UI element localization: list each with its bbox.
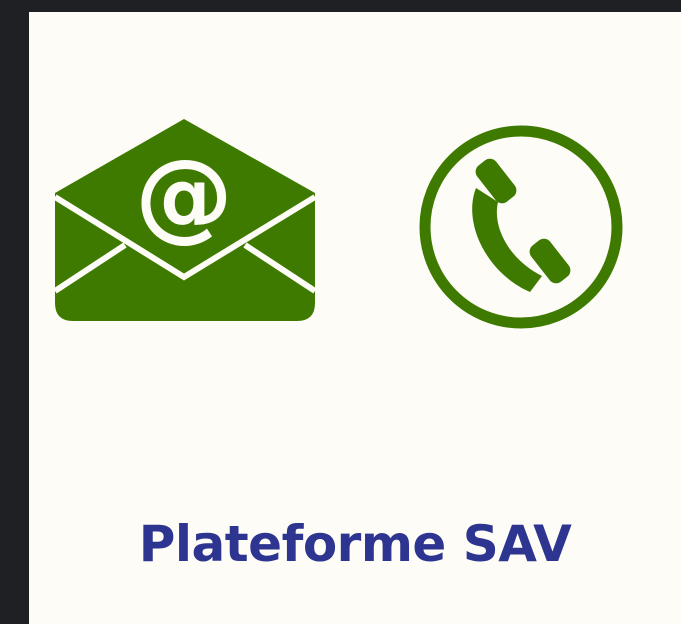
- page-title: Plateforme SAV: [138, 515, 572, 573]
- email-envelope-icon: @: [53, 119, 317, 321]
- phone-circle-icon: [419, 125, 623, 329]
- at-sign-icon: @: [135, 139, 233, 253]
- dark-page-background: @ Plateforme SAV: [0, 0, 681, 624]
- sav-card: @ Plateforme SAV: [29, 12, 681, 624]
